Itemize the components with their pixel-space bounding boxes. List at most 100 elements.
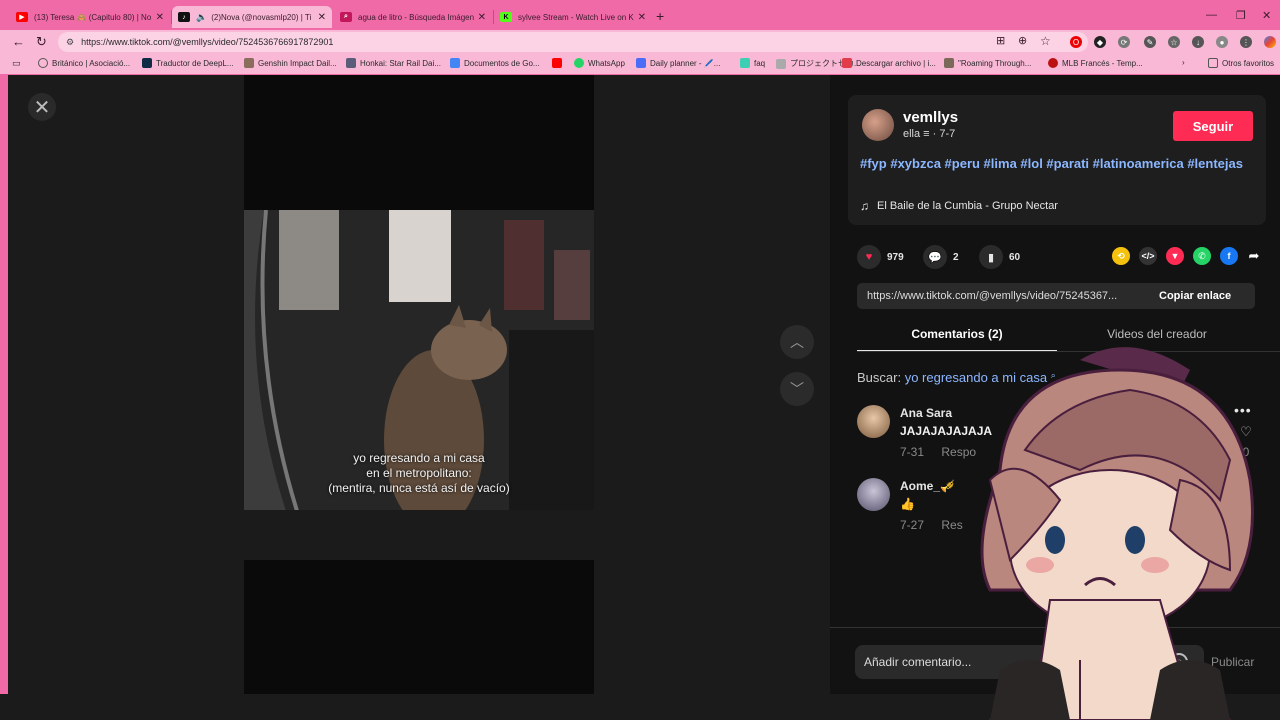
download-icon[interactable]: ↓	[1192, 36, 1204, 48]
comment-like-icon[interactable]: ♡	[1238, 497, 1254, 513]
tab-comments[interactable]: Comentarios (2)	[857, 320, 1057, 352]
maximize-button[interactable]: ❐	[1236, 9, 1246, 22]
apps-icon[interactable]: ▭	[12, 58, 21, 69]
tab-divider	[857, 351, 1280, 352]
facebook-icon[interactable]: f	[1220, 247, 1238, 265]
other-bookmarks[interactable]: Otros favoritos	[1208, 58, 1274, 68]
install-app-icon[interactable]: ⊞	[996, 34, 1005, 47]
copy-link-button[interactable]: Copiar enlace	[1159, 290, 1231, 302]
bookmark-item[interactable]: Descargar archivo | i...	[842, 58, 936, 68]
opera-extension-icon[interactable]: O	[1070, 36, 1082, 48]
extensions-puzzle-icon[interactable]: ☆	[1168, 36, 1180, 48]
music-link[interactable]: ♫ El Baile de la Cumbia - Grupo Nectar	[860, 199, 1058, 213]
video-caption: yo regresando a mi casa en el metropolit…	[328, 451, 510, 495]
tab-tiktok[interactable]: ♪ 🔈 (2)Nova (@novasmlp20) | Ti ✕	[172, 6, 332, 28]
close-tab-icon[interactable]: ✕	[638, 12, 646, 23]
address-bar-row: ← ↻ ⚙ https://www.tiktok.com/@vemllys/vi…	[0, 30, 1280, 54]
tab-title: agua de litro - Búsqueda Imágen	[358, 12, 474, 22]
bookmark-item[interactable]: Británico | Asociació...	[38, 58, 130, 68]
bookmark-item[interactable]: Traductor de DeepL...	[142, 58, 234, 68]
tiktok-icon: ♪	[178, 12, 190, 22]
chevron-right-icon[interactable]: ›	[1182, 58, 1185, 67]
reply-button[interactable]: Respo	[941, 445, 976, 459]
tab-title: (2)Nova (@novasmlp20) | Ti	[211, 12, 312, 22]
reload-button[interactable]: ↻	[36, 34, 47, 50]
bookmark-item[interactable]: Documentos de Go...	[450, 58, 540, 68]
share-arrow-icon[interactable]: ➦	[1245, 247, 1263, 265]
search-icon: ⌕	[340, 12, 352, 22]
author-username[interactable]: vemllys	[903, 109, 958, 126]
bookmark-star-icon[interactable]: ☆	[1040, 34, 1051, 48]
save-stat[interactable]: ▮ 60	[979, 245, 1020, 269]
taskbar-area	[0, 694, 1280, 720]
close-tab-icon[interactable]: ✕	[318, 12, 326, 23]
gemini-icon[interactable]	[1264, 36, 1276, 48]
bookmark-item[interactable]: WhatsApp	[574, 58, 625, 68]
avatar[interactable]	[862, 109, 894, 141]
comment-input[interactable]: Añadir comentario...	[855, 645, 1204, 679]
tab-kick[interactable]: K sylvee Stream - Watch Live on Ki ✕	[494, 6, 652, 28]
music-note-icon: ♫	[860, 199, 869, 213]
emoji-icon[interactable]: ☺	[1170, 653, 1188, 671]
minimize-button[interactable]: —	[1206, 9, 1217, 21]
whatsapp-icon[interactable]: ✆	[1193, 247, 1211, 265]
more-options-icon[interactable]: •••	[1234, 402, 1252, 418]
comment-stat[interactable]: 💬 2	[923, 245, 959, 269]
bookmark-item[interactable]: "Roaming Through...	[944, 58, 1031, 68]
profile-icon[interactable]: ●	[1216, 36, 1228, 48]
comment-author[interactable]: Ana Sara	[900, 406, 952, 420]
embed-icon[interactable]: </>	[1139, 247, 1157, 265]
kick-icon: K	[500, 12, 512, 22]
menu-icon[interactable]: ⋮	[1240, 36, 1252, 48]
publish-button[interactable]: Publicar	[1211, 655, 1254, 669]
share-link-text[interactable]: https://www.tiktok.com/@vemllys/video/75…	[857, 290, 1153, 302]
next-video-button[interactable]: ﹀	[780, 372, 814, 406]
close-video-button[interactable]: ✕	[28, 93, 56, 121]
previous-video-button[interactable]: ︿	[780, 325, 814, 359]
comment-meta: 7-27 Res	[900, 518, 963, 532]
extension-icon[interactable]: ✎	[1144, 36, 1156, 48]
send-icon[interactable]: ▼	[1166, 247, 1184, 265]
comment-like-icon[interactable]: ♡	[1238, 424, 1254, 440]
details-panel: vemllys ella ≡ · 7-7 Seguir #fyp #xybzca…	[830, 75, 1280, 694]
youtube-icon: ▶	[16, 12, 28, 22]
like-stat[interactable]: ♥ 979	[857, 245, 904, 269]
comment-author[interactable]: Aome_🎺	[900, 479, 955, 493]
extension-icon[interactable]: ⟳	[1118, 36, 1130, 48]
url-field[interactable]: ⚙ https://www.tiktok.com/@vemllys/video/…	[58, 32, 1088, 52]
back-button[interactable]: ←	[12, 34, 25, 49]
bookmark-item[interactable]: Daily planner - 🖊️...	[636, 58, 720, 68]
bookmark-item[interactable]: MLB Francés - Temp...	[1048, 58, 1143, 68]
follow-button[interactable]: Seguir	[1173, 111, 1253, 141]
bookmarks-bar: ▭ Británico | Asociació... Traductor de …	[0, 54, 1280, 74]
tab-strip: ▶ (13) Teresa 🙈 (Capitulo 80) | No ✕ ♪ 🔈…	[0, 0, 1280, 32]
repost-icon[interactable]: ⟲	[1112, 247, 1130, 265]
search-suggestion[interactable]: Buscar: yo regresando a mi casa ⌕	[857, 370, 1056, 385]
speaker-icon[interactable]: 🔈	[196, 12, 207, 23]
bookmark-item[interactable]: Honkai: Star Rail Dai...	[346, 58, 441, 68]
close-tab-icon[interactable]: ✕	[478, 12, 486, 23]
zoom-icon[interactable]: ⊕	[1018, 34, 1027, 47]
url-text: https://www.tiktok.com/@vemllys/video/75…	[81, 37, 334, 47]
avatar[interactable]	[857, 405, 890, 438]
bookmark-item[interactable]: faq	[740, 58, 765, 68]
tab-creator-videos[interactable]: Videos del creador	[1057, 320, 1257, 352]
video-player[interactable]: yo regresando a mi casa en el metropolit…	[244, 210, 594, 560]
tab-image-search[interactable]: ⌕ agua de litro - Búsqueda Imágen ✕	[334, 6, 492, 28]
comment-text: 👍	[900, 497, 915, 511]
site-info-icon[interactable]: ⚙	[66, 37, 74, 48]
close-window-button[interactable]: ✕	[1262, 9, 1271, 22]
share-link-box: https://www.tiktok.com/@vemllys/video/75…	[857, 283, 1255, 309]
extension-icon[interactable]: ◆	[1094, 36, 1106, 48]
hashtags[interactable]: #fyp #xybzca #peru #lima #lol #parati #l…	[860, 155, 1256, 173]
tab-title: (13) Teresa 🙈 (Capitulo 80) | No	[34, 12, 152, 22]
comment-meta: 7-31 Respo	[900, 445, 977, 459]
bookmark-item[interactable]: Genshin Impact Dail...	[244, 58, 337, 68]
close-tab-icon[interactable]: ✕	[156, 12, 164, 23]
youtube-bookmark[interactable]	[552, 58, 566, 68]
new-tab-button[interactable]: +	[656, 8, 664, 24]
reply-button[interactable]: Res	[941, 518, 962, 532]
comment-text: JAJAJAJAJAJA	[900, 424, 993, 438]
tab-youtube[interactable]: ▶ (13) Teresa 🙈 (Capitulo 80) | No ✕	[10, 6, 170, 28]
avatar[interactable]	[857, 478, 890, 511]
